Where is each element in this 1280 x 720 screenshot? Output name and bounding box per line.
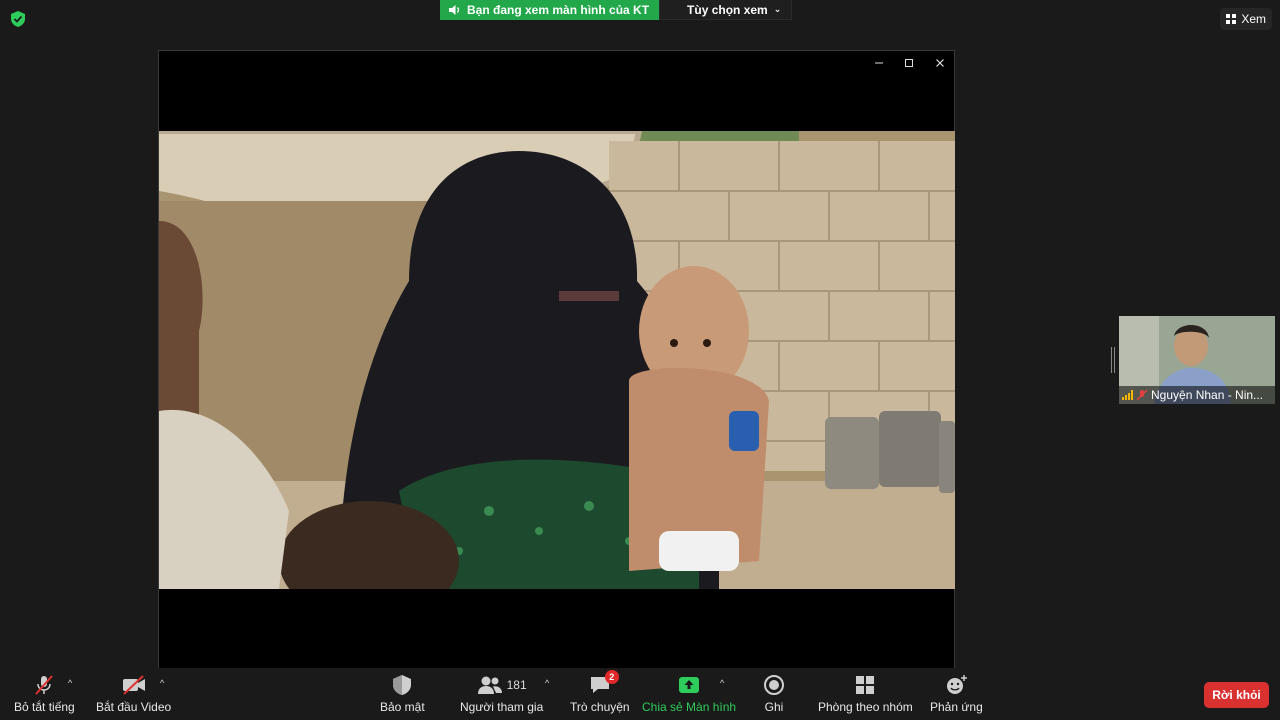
record-icon bbox=[764, 675, 784, 695]
muted-microphone-icon bbox=[35, 675, 54, 695]
reaction-emoji-icon bbox=[947, 675, 968, 694]
video-scene-image bbox=[159, 131, 955, 589]
video-off-camera-icon bbox=[122, 675, 145, 695]
start-video-label: Bắt đầu Video bbox=[96, 700, 172, 714]
zoom-meeting-window: Bạn đang xem màn hình của KT Tùy chọn xe… bbox=[0, 0, 1280, 720]
close-icon[interactable] bbox=[929, 55, 951, 71]
security-shield-icon bbox=[393, 675, 412, 695]
share-status-text: Bạn đang xem màn hình của KT bbox=[467, 3, 650, 17]
record-button[interactable]: Ghi bbox=[763, 672, 785, 714]
participants-icon bbox=[477, 676, 502, 694]
audio-options-caret-icon[interactable]: ^ bbox=[68, 678, 72, 688]
view-options-dropdown[interactable]: Tùy chọn xem ⌄ bbox=[659, 0, 793, 20]
maximize-icon[interactable] bbox=[898, 55, 920, 71]
record-label: Ghi bbox=[764, 700, 784, 714]
participant-video-thumbnail[interactable]: Nguyện Nhan - Nin... bbox=[1119, 316, 1275, 404]
view-options-label: Tùy chọn xem bbox=[687, 2, 768, 17]
breakout-rooms-label: Phòng theo nhóm bbox=[818, 700, 913, 714]
participants-count: 181 bbox=[506, 678, 527, 692]
breakout-rooms-icon bbox=[856, 676, 875, 694]
meeting-toolbar: Bỏ tắt tiếng ^ Bắt đầu Video ^ Bảo mật 1… bbox=[0, 668, 1280, 720]
chat-label: Trò chuyện bbox=[570, 700, 630, 714]
grid-icon bbox=[1226, 14, 1237, 24]
security-button[interactable]: Bảo mật bbox=[380, 672, 425, 714]
participant-name-bar: Nguyện Nhan - Nin... bbox=[1119, 386, 1275, 404]
participants-button[interactable]: 181 Người tham gia bbox=[460, 672, 543, 714]
chat-unread-badge: 2 bbox=[604, 670, 619, 684]
video-options-caret-icon[interactable]: ^ bbox=[160, 678, 164, 688]
chat-button[interactable]: 2 Trò chuyện bbox=[570, 670, 630, 714]
reactions-label: Phản ứng bbox=[930, 700, 983, 714]
view-layout-button[interactable]: Xem bbox=[1220, 8, 1272, 30]
breakout-rooms-button[interactable]: Phòng theo nhóm bbox=[818, 672, 913, 714]
speaker-icon bbox=[449, 5, 460, 15]
encryption-shield-icon[interactable] bbox=[10, 10, 26, 28]
muted-mic-icon bbox=[1136, 389, 1148, 401]
view-layout-label: Xem bbox=[1241, 12, 1266, 26]
thumbnail-drag-handle[interactable] bbox=[1111, 347, 1115, 373]
security-label: Bảo mật bbox=[380, 700, 425, 714]
shared-video-frame bbox=[159, 131, 955, 589]
screen-share-banner: Bạn đang xem màn hình của KT Tùy chọn xe… bbox=[440, 0, 793, 20]
participants-label: Người tham gia bbox=[460, 700, 544, 714]
participant-name: Nguyện Nhan - Nin... bbox=[1151, 388, 1264, 402]
chevron-down-icon: ⌄ bbox=[773, 4, 782, 14]
shared-screen-window bbox=[158, 50, 955, 670]
share-status: Bạn đang xem màn hình của KT bbox=[440, 0, 660, 20]
signal-strength-icon bbox=[1122, 390, 1133, 400]
share-screen-label: Chia sẻ Màn hình bbox=[642, 700, 737, 714]
minimize-icon[interactable] bbox=[868, 55, 890, 71]
share-options-caret-icon[interactable]: ^ bbox=[720, 678, 724, 688]
unmute-button[interactable]: Bỏ tắt tiếng bbox=[14, 672, 75, 714]
leave-meeting-button[interactable]: Rời khỏi bbox=[1204, 682, 1269, 708]
participants-options-caret-icon[interactable]: ^ bbox=[545, 678, 549, 688]
share-screen-icon bbox=[679, 677, 700, 693]
unmute-label: Bỏ tắt tiếng bbox=[14, 700, 75, 714]
reactions-button[interactable]: Phản ứng bbox=[930, 672, 983, 714]
